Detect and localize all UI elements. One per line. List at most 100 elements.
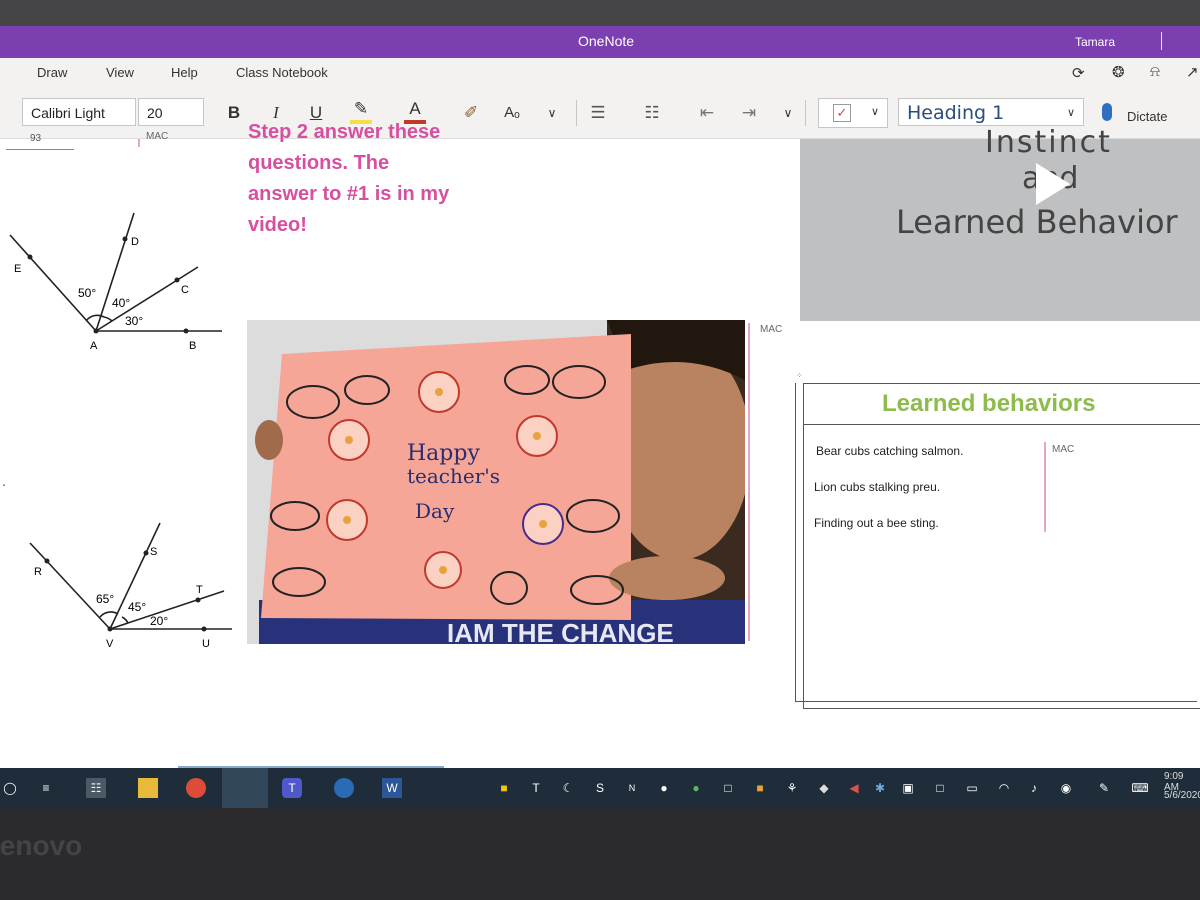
bullet-dot: . [2, 473, 6, 489]
video-title-partial: Instinct [985, 125, 1112, 160]
laptop-bezel: lenovo [0, 808, 1200, 900]
tray-icon-4[interactable]: □ [718, 778, 738, 798]
angle-diagram-2: R S T V U 65° 45° 20° [29, 522, 232, 650]
speaker-alert-icon[interactable]: ◀ [844, 778, 864, 798]
video-thumbnail[interactable]: Instinct and Learned Behavior [800, 125, 1200, 321]
list-item: Bear cubs catching salmon. [816, 444, 964, 458]
clock-date[interactable]: 5/6/2020 [1164, 790, 1200, 801]
tray-icon-1[interactable]: ■ [494, 778, 514, 798]
ribbon-divider-2 [805, 100, 806, 126]
bluetooth-icon[interactable]: ✱ [870, 778, 890, 798]
point-u: U [202, 638, 210, 650]
menu-view[interactable]: View [106, 65, 134, 80]
menu-help[interactable]: Help [171, 65, 198, 80]
screen: OneNote Tamara Draw View Help Class Note… [0, 0, 1200, 840]
brand-logo: lenovo [0, 830, 83, 861]
style-dropdown[interactable]: Heading 1 ∨ [898, 98, 1084, 126]
menu-bar: Draw View Help Class Notebook ⟳ ❂ ⍾ ↗ [0, 58, 1200, 88]
dictate-button[interactable]: Dictate [1127, 109, 1167, 124]
share-icon[interactable]: ↗ [1186, 63, 1199, 81]
play-icon[interactable] [1036, 163, 1070, 205]
task-view-icon[interactable]: ≡ [36, 778, 56, 798]
list-item: Finding out a bee sting. [814, 516, 939, 530]
numbered-list-icon[interactable]: ☷ [640, 98, 664, 128]
word-icon[interactable]: W [382, 778, 402, 798]
instruction-line-0: Step 2 answer these [248, 121, 441, 143]
taskbar: ◯ ≡ ☷ T W ■ T ☾ S N ● ● □ ■ ⚘ ◆ ◀ ✱ ▣ □ … [0, 766, 1200, 808]
sync-icon[interactable]: ⟳ [1072, 64, 1085, 82]
point-e: E [14, 263, 21, 275]
student-photo[interactable]: IAM THE CHANGE Happy teacher's Day [247, 320, 745, 644]
instruction-line-3: video! [248, 214, 307, 236]
chevron-down-icon-2[interactable]: ∨ [780, 98, 796, 128]
video-line-3: Learned Behavior [896, 203, 1178, 241]
table-bottom-border [795, 701, 1197, 702]
menu-draw[interactable]: Draw [37, 65, 67, 80]
font-size-field[interactable]: 20 [138, 98, 204, 126]
menu-class-notebook[interactable]: Class Notebook [236, 65, 328, 80]
indent-icon[interactable]: ⇥ [738, 98, 760, 128]
style-value: Heading 1 [907, 102, 1005, 124]
file-explorer-icon[interactable] [138, 778, 158, 798]
card-text-day: Day [415, 499, 455, 523]
list-item: Lion cubs stalking preu. [814, 480, 941, 494]
outdent-icon[interactable]: ⇤ [696, 98, 718, 128]
move-handle-icon[interactable]: ⁘ [796, 371, 803, 380]
wifi-icon[interactable]: ◠ [994, 778, 1014, 798]
taskbar-indicator [178, 766, 444, 768]
point-d: D [131, 236, 139, 248]
todo-tag-dropdown[interactable]: ✓ ∨ [818, 98, 888, 128]
card-text-happy: Happy [407, 441, 480, 466]
tray-icon-9[interactable]: ◉ [1056, 778, 1076, 798]
tray-icon-8[interactable]: □ [930, 778, 950, 798]
pen-icon[interactable]: ✎ [1094, 778, 1114, 798]
point-b: B [189, 340, 196, 352]
angle-50: 50° [78, 286, 96, 300]
tray-icon-2[interactable]: ● [654, 778, 674, 798]
tray-icon-7[interactable]: ▣ [898, 778, 918, 798]
mac-tag-table: MAC [1052, 444, 1075, 455]
mac-tag-photo: MAC [760, 324, 783, 335]
answer-line [6, 149, 74, 150]
user-name[interactable]: Tamara [1075, 35, 1115, 49]
partial-number: 93 [30, 133, 42, 144]
angle-40: 40° [112, 296, 130, 310]
battery-icon[interactable]: ▭ [962, 778, 982, 798]
font-name-field[interactable]: Calibri Light [22, 98, 136, 126]
lightbulb-icon[interactable]: ❂ [1112, 63, 1125, 81]
table-left-border [795, 383, 796, 701]
skype-icon[interactable]: S [590, 778, 610, 798]
bullet-list-icon[interactable]: ☰ [586, 98, 610, 128]
point-v: V [106, 638, 114, 650]
table-header-cell: Learned behaviors [804, 384, 1200, 425]
angle-diagram-1: E D C A B 50° 40° 30° [9, 212, 222, 352]
desk-background [0, 0, 1200, 26]
card-text-teachers: teacher's [407, 464, 500, 488]
search-icon[interactable]: ◯ [0, 778, 20, 798]
n-icon[interactable]: N [622, 778, 642, 798]
bold-icon[interactable]: B [224, 98, 244, 128]
teams-icon[interactable]: T [282, 778, 302, 798]
checkbox-icon: ✓ [833, 104, 851, 122]
microphone-icon[interactable] [1102, 103, 1112, 121]
bell-icon[interactable]: ⍾ [1150, 63, 1160, 80]
tray-icon-3[interactable]: ● [686, 778, 706, 798]
table-header: Learned behaviors [882, 390, 1096, 417]
calculator-icon[interactable]: ☷ [86, 778, 106, 798]
chrome-icon[interactable] [186, 778, 206, 798]
volume-icon[interactable]: ♪ [1024, 778, 1044, 798]
taskbar-active-slot[interactable] [222, 768, 268, 808]
tray-icon-teams[interactable]: T [526, 778, 546, 798]
shield-icon[interactable]: ◆ [814, 778, 834, 798]
keyboard-icon[interactable]: ⌨ [1128, 778, 1152, 798]
title-separator [1161, 32, 1162, 50]
mac-margin-line [748, 323, 750, 641]
app-icon-globe[interactable] [334, 778, 354, 798]
tray-icon-5[interactable]: ■ [750, 778, 770, 798]
shirt-text: IAM THE CHANGE [447, 618, 674, 644]
app-title: OneNote [578, 33, 635, 49]
angle-30: 30° [125, 314, 143, 328]
point-s: S [150, 546, 157, 558]
moon-icon[interactable]: ☾ [558, 778, 578, 798]
tray-icon-6[interactable]: ⚘ [782, 778, 802, 798]
